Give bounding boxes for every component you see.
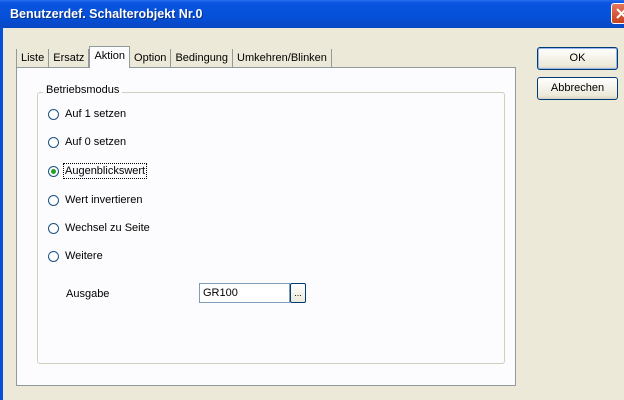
radio-button-icon[interactable] — [48, 250, 59, 262]
tab-option[interactable]: Option — [130, 49, 172, 67]
radio-label: Weitere — [65, 250, 103, 262]
radio-auf-1-setzen[interactable]: Auf 1 setzen — [48, 106, 126, 122]
radio-wert-invertieren[interactable]: Wert invertieren — [48, 192, 142, 208]
groupbox-label: Betriebsmodus — [43, 84, 123, 96]
dialog-window: Benutzerdef. Schalterobjekt Nr.0 Liste E… — [0, 0, 624, 400]
radio-augenblickswert[interactable]: Augenblickswert — [48, 163, 148, 179]
ok-button[interactable]: OK — [537, 47, 618, 70]
radio-button-icon[interactable] — [48, 136, 59, 148]
radio-button-icon[interactable] — [48, 222, 59, 234]
radio-wechsel-zu-seite[interactable]: Wechsel zu Seite — [48, 220, 150, 236]
radio-label: Wert invertieren — [65, 194, 143, 206]
tab-strip: Liste Ersatz Aktion Option Bedingung Umk… — [16, 46, 332, 68]
tab-aktion[interactable]: Aktion — [89, 46, 131, 68]
close-icon[interactable] — [611, 3, 624, 24]
radio-label: Wechsel zu Seite — [65, 222, 150, 234]
ausgabe-label: Ausgabe — [66, 288, 110, 300]
radio-button-icon[interactable] — [48, 194, 59, 206]
radio-button-icon[interactable] — [48, 108, 59, 120]
radio-label: Auf 0 setzen — [65, 136, 127, 148]
tab-bedingung[interactable]: Bedingung — [171, 49, 234, 67]
radio-auf-0-setzen[interactable]: Auf 0 setzen — [48, 134, 126, 150]
tab-ersatz[interactable]: Ersatz — [49, 49, 90, 67]
radio-weitere[interactable]: Weitere — [48, 248, 103, 264]
radio-label: Auf 1 setzen — [65, 108, 127, 120]
cancel-button[interactable]: Abbrechen — [537, 77, 618, 100]
browse-button[interactable]: ... — [290, 283, 306, 303]
tab-umkehren-blinken[interactable]: Umkehren/Blinken — [233, 49, 332, 67]
radio-label: Augenblickswert — [62, 163, 148, 179]
tab-liste[interactable]: Liste — [16, 49, 50, 67]
title-bar[interactable]: Benutzerdef. Schalterobjekt Nr.0 — [0, 0, 624, 28]
window-title: Benutzerdef. Schalterobjekt Nr.0 — [10, 7, 203, 21]
radio-button-selected-icon[interactable] — [48, 165, 59, 177]
ausgabe-input[interactable] — [199, 283, 290, 303]
